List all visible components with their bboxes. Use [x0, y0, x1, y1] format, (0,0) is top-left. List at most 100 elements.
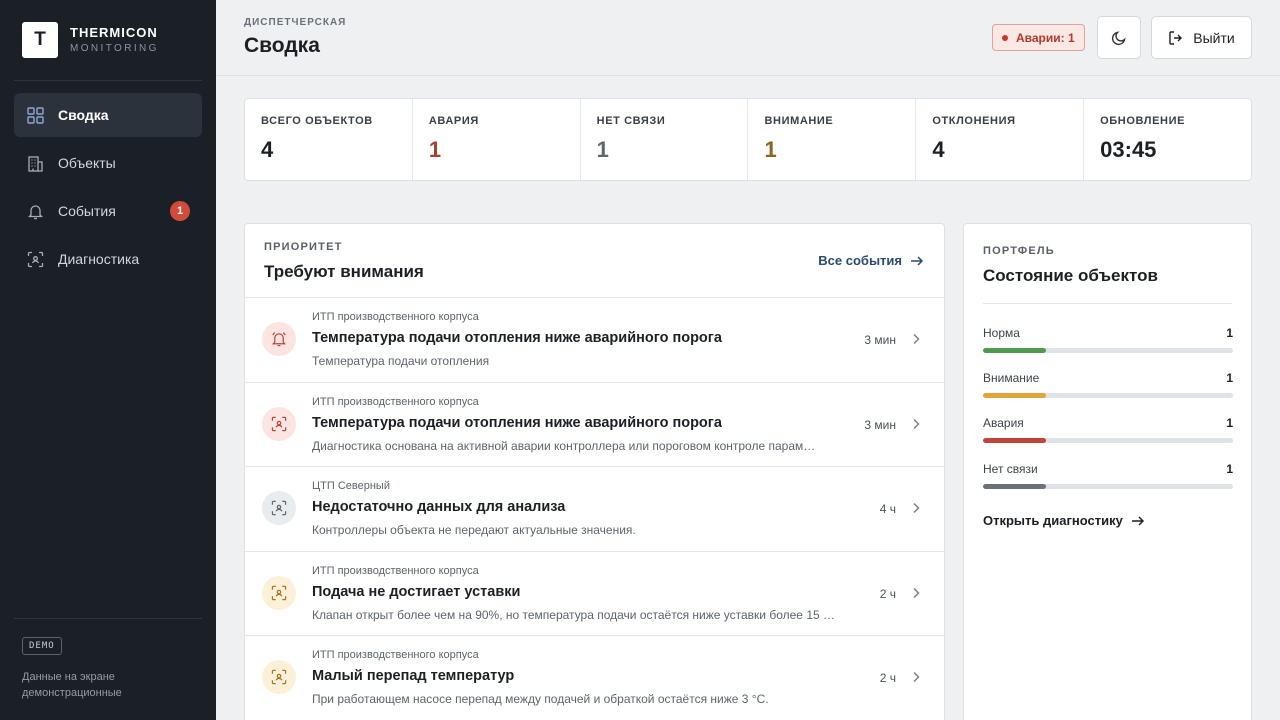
- sidebar-divider: [14, 618, 202, 619]
- status-name: Внимание: [983, 371, 1040, 385]
- event-row[interactable]: ЦТП Северный Недостаточно данных для ана…: [245, 467, 944, 552]
- stat-warning: ВНИМАНИЕ 1: [748, 99, 917, 180]
- sidebar-item-label: Диагностика: [58, 251, 140, 267]
- sidebar-item-diagnostics[interactable]: Диагностика: [14, 237, 202, 281]
- brand[interactable]: T THERMICON MONITORING: [22, 22, 159, 58]
- stat-value: 4: [261, 137, 274, 162]
- chevron-right-icon: [910, 418, 922, 430]
- event-title: Подача не достигает уставки: [312, 583, 521, 600]
- sidebar-item-label: Объекты: [58, 155, 116, 171]
- status-bar-fill: [983, 393, 1046, 398]
- event-object: ИТП производственного корпуса: [312, 311, 479, 323]
- bell-icon: [262, 322, 296, 356]
- status-bar-fill: [983, 438, 1046, 443]
- chevron-right-icon: [910, 587, 922, 599]
- event-time: 3 мин: [864, 333, 896, 347]
- event-row[interactable]: ИТП производственного корпуса Малый пере…: [245, 636, 944, 720]
- status-name: Норма: [983, 326, 1020, 340]
- priority-events-panel: ПРИОРИТЕТ Требуют внимания Все события И…: [244, 223, 945, 720]
- breadcrumb: ДИСПЕТЧЕРСКАЯ: [244, 17, 347, 28]
- sidebar-item-summary[interactable]: Сводка: [14, 93, 202, 137]
- sidebar-item-label: Сводка: [58, 107, 109, 123]
- status-row-alarm: Авария 1: [983, 416, 1233, 446]
- status-bar-fill: [983, 484, 1046, 489]
- stat-value: 4: [932, 137, 945, 162]
- stat-value: 1: [596, 137, 609, 162]
- page-title: Сводка: [244, 34, 320, 57]
- sidebar-nav: Сводка Объекты События 1 Диагностика: [14, 93, 202, 285]
- event-description: При работающем насосе перепад между пода…: [312, 692, 769, 706]
- dashboard-icon: [26, 106, 44, 124]
- logout-icon: [1168, 30, 1184, 46]
- status-name: Нет связи: [983, 462, 1038, 476]
- stat-label: ВНИМАНИЕ: [764, 115, 834, 127]
- logout-label: Выйти: [1193, 29, 1235, 46]
- stat-label: АВАРИЯ: [428, 115, 479, 127]
- stat-total-objects: ВСЕГО ОБЪЕКТОВ 4: [245, 99, 413, 180]
- sidebar-divider: [14, 80, 202, 81]
- event-row[interactable]: ИТП производственного корпуса Подача не …: [245, 552, 944, 636]
- arrow-right-icon: [1131, 514, 1145, 528]
- events-count-badge: 1: [170, 201, 190, 221]
- sidebar: T THERMICON MONITORING Сводка Объекты Со…: [0, 0, 216, 720]
- brand-subtitle: MONITORING: [70, 42, 159, 54]
- event-title: Температура подачи отопления ниже аварий…: [312, 330, 722, 346]
- status-row-offline: Нет связи 1: [983, 462, 1233, 492]
- bell-icon: [26, 202, 44, 220]
- event-row[interactable]: ИТП производственного корпуса Температур…: [245, 298, 944, 383]
- status-count: 1: [1226, 371, 1233, 385]
- chevron-right-icon: [910, 333, 922, 345]
- moon-icon: [1111, 30, 1127, 46]
- event-time: 3 мин: [864, 417, 896, 432]
- stat-value: 1: [428, 137, 442, 162]
- event-object: ИТП производственного корпуса: [312, 395, 479, 408]
- all-events-label: Все события: [818, 253, 902, 268]
- status-row-normal: Норма 1: [983, 326, 1233, 356]
- scan-icon: [262, 575, 296, 610]
- sidebar-item-label: События: [58, 203, 116, 219]
- open-diagnostics-label: Открыть диагностику: [983, 513, 1123, 528]
- status-row-warning: Внимание 1: [983, 371, 1233, 401]
- event-row[interactable]: ИТП производственного корпуса Температур…: [245, 383, 944, 467]
- event-title: Малый перепад температур: [312, 668, 515, 684]
- stat-label: ОТКЛОНЕНИЯ: [932, 115, 1016, 127]
- logout-button[interactable]: Выйти: [1151, 16, 1252, 59]
- demo-tag: DEMO: [22, 637, 62, 655]
- status-name: Авария: [983, 416, 1024, 430]
- event-title: Температура подачи отопления ниже аварий…: [312, 414, 722, 431]
- all-events-link[interactable]: Все события: [818, 253, 924, 268]
- event-time: 2 ч: [879, 586, 896, 601]
- stat-label: НЕТ СВЯЗИ: [596, 115, 666, 127]
- event-object: ИТП производственного корпуса: [312, 564, 479, 577]
- sidebar-item-objects[interactable]: Объекты: [14, 141, 202, 185]
- brand-name: THERMICON: [70, 25, 158, 41]
- panel-title: Состояние объектов: [983, 266, 1158, 285]
- status-bar-track: [983, 393, 1233, 398]
- status-bar-track: [983, 348, 1233, 353]
- panel-eyebrow: ПРИОРИТЕТ: [264, 241, 343, 253]
- chevron-right-icon: [910, 671, 922, 683]
- theme-toggle-button[interactable]: [1097, 16, 1141, 59]
- sidebar-item-events[interactable]: События 1: [14, 189, 202, 233]
- building-icon: [26, 154, 44, 172]
- stat-value: 03:45: [1100, 137, 1157, 162]
- brand-logo: T: [22, 22, 58, 58]
- alarm-status-badge[interactable]: Аварии: 1: [992, 24, 1085, 51]
- alarm-status-label: Аварии: 1: [1016, 30, 1075, 45]
- stat-label: ОБНОВЛЕНИЕ: [1100, 115, 1186, 127]
- event-object: ИТП производственного корпуса: [312, 649, 479, 661]
- top-header: ДИСПЕТЧЕРСКАЯ Сводка Аварии: 1 Выйти: [216, 0, 1280, 76]
- event-title: Недостаточно данных для анализа: [312, 499, 566, 515]
- panel-divider: [983, 303, 1232, 304]
- arrow-right-icon: [910, 254, 924, 268]
- status-count: 1: [1226, 326, 1233, 340]
- event-description: Температура подачи отопления: [312, 354, 490, 368]
- panel-eyebrow: ПОРТФЕЛЬ: [983, 245, 1055, 257]
- event-description: Контроллеры объекта не передают актуальн…: [312, 523, 636, 537]
- open-diagnostics-link[interactable]: Открыть диагностику: [983, 513, 1145, 528]
- status-bar-track: [983, 438, 1233, 443]
- event-description: Диагностика основана на активной аварии …: [312, 438, 816, 453]
- alarm-dot-icon: [1002, 34, 1008, 41]
- status-count: 1: [1226, 416, 1233, 430]
- panel-header: ПРИОРИТЕТ Требуют внимания Все события: [245, 224, 944, 298]
